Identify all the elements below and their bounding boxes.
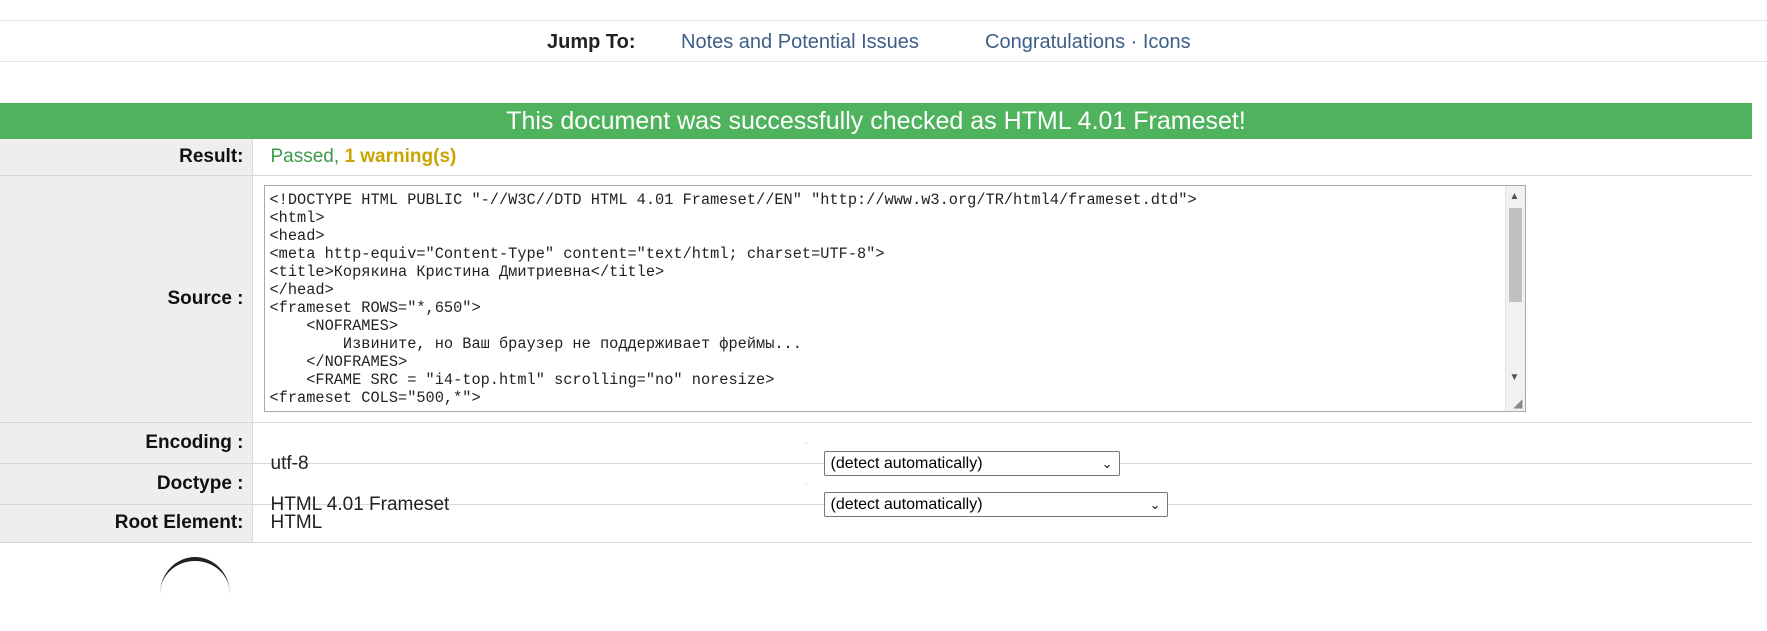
- chevron-down-icon: ⌄: [1149, 496, 1161, 512]
- jump-to-label: Jump To:: [547, 31, 636, 53]
- chevron-down-icon: ⌄: [1101, 455, 1113, 471]
- link-congratulations-icons[interactable]: Congratulations · Icons: [985, 31, 1191, 54]
- encoding-select-value: (detect automatically): [830, 454, 983, 472]
- doctype-value: HTML 4.01 Frameset: [270, 493, 450, 515]
- resize-grip-icon[interactable]: ◢: [1513, 397, 1522, 409]
- passed-text: Passed,: [270, 145, 340, 167]
- source-label: Source :: [0, 175, 253, 423]
- column-divider: [805, 441, 807, 444]
- column-divider: [805, 482, 807, 485]
- source-row: Source : <!DOCTYPE HTML PUBLIC "-//W3C//…: [0, 175, 1752, 423]
- encoding-value: utf-8: [270, 452, 309, 474]
- encoding-row: Encoding : utf-8 (detect automatically) …: [0, 422, 1752, 476]
- result-value: Passed, 1 warning(s): [252, 139, 1752, 176]
- jump-to-bar: Jump To: Notes and Potential Issues Cong…: [0, 20, 1767, 62]
- encoding-label: Encoding :: [0, 422, 253, 464]
- scroll-up-arrow-icon[interactable]: ▲: [1510, 192, 1520, 202]
- doctype-select[interactable]: (detect automatically) ⌄: [823, 491, 1168, 517]
- root-element-label: Root Element:: [0, 504, 253, 543]
- result-row: Result: Passed, 1 warning(s): [0, 139, 1752, 176]
- doctype-select-value: (detect automatically): [830, 495, 983, 513]
- doctype-label: Doctype :: [0, 463, 253, 505]
- results-table: Result: Passed, 1 warning(s) Source : <!…: [0, 139, 1752, 543]
- encoding-cell: utf-8 (detect automatically) ⌄: [252, 422, 1752, 476]
- scroll-down-arrow-icon[interactable]: ▼: [1510, 373, 1520, 383]
- warnings-link[interactable]: 1 warning(s): [344, 146, 456, 167]
- scrollbar-thumb[interactable]: [1508, 208, 1522, 302]
- source-textarea[interactable]: <!DOCTYPE HTML PUBLIC "-//W3C//DTD HTML …: [263, 185, 1526, 412]
- result-label: Result:: [0, 139, 253, 176]
- partial-icon: [160, 557, 230, 631]
- source-cell: <!DOCTYPE HTML PUBLIC "-//W3C//DTD HTML …: [252, 175, 1752, 423]
- source-scrollbar[interactable]: ▲ ▼: [1504, 186, 1525, 411]
- source-code[interactable]: <!DOCTYPE HTML PUBLIC "-//W3C//DTD HTML …: [265, 186, 1525, 407]
- encoding-select[interactable]: (detect automatically) ⌄: [823, 450, 1120, 476]
- link-notes-and-potential-issues[interactable]: Notes and Potential Issues: [681, 31, 919, 54]
- success-banner: This document was successfully checked a…: [0, 103, 1752, 139]
